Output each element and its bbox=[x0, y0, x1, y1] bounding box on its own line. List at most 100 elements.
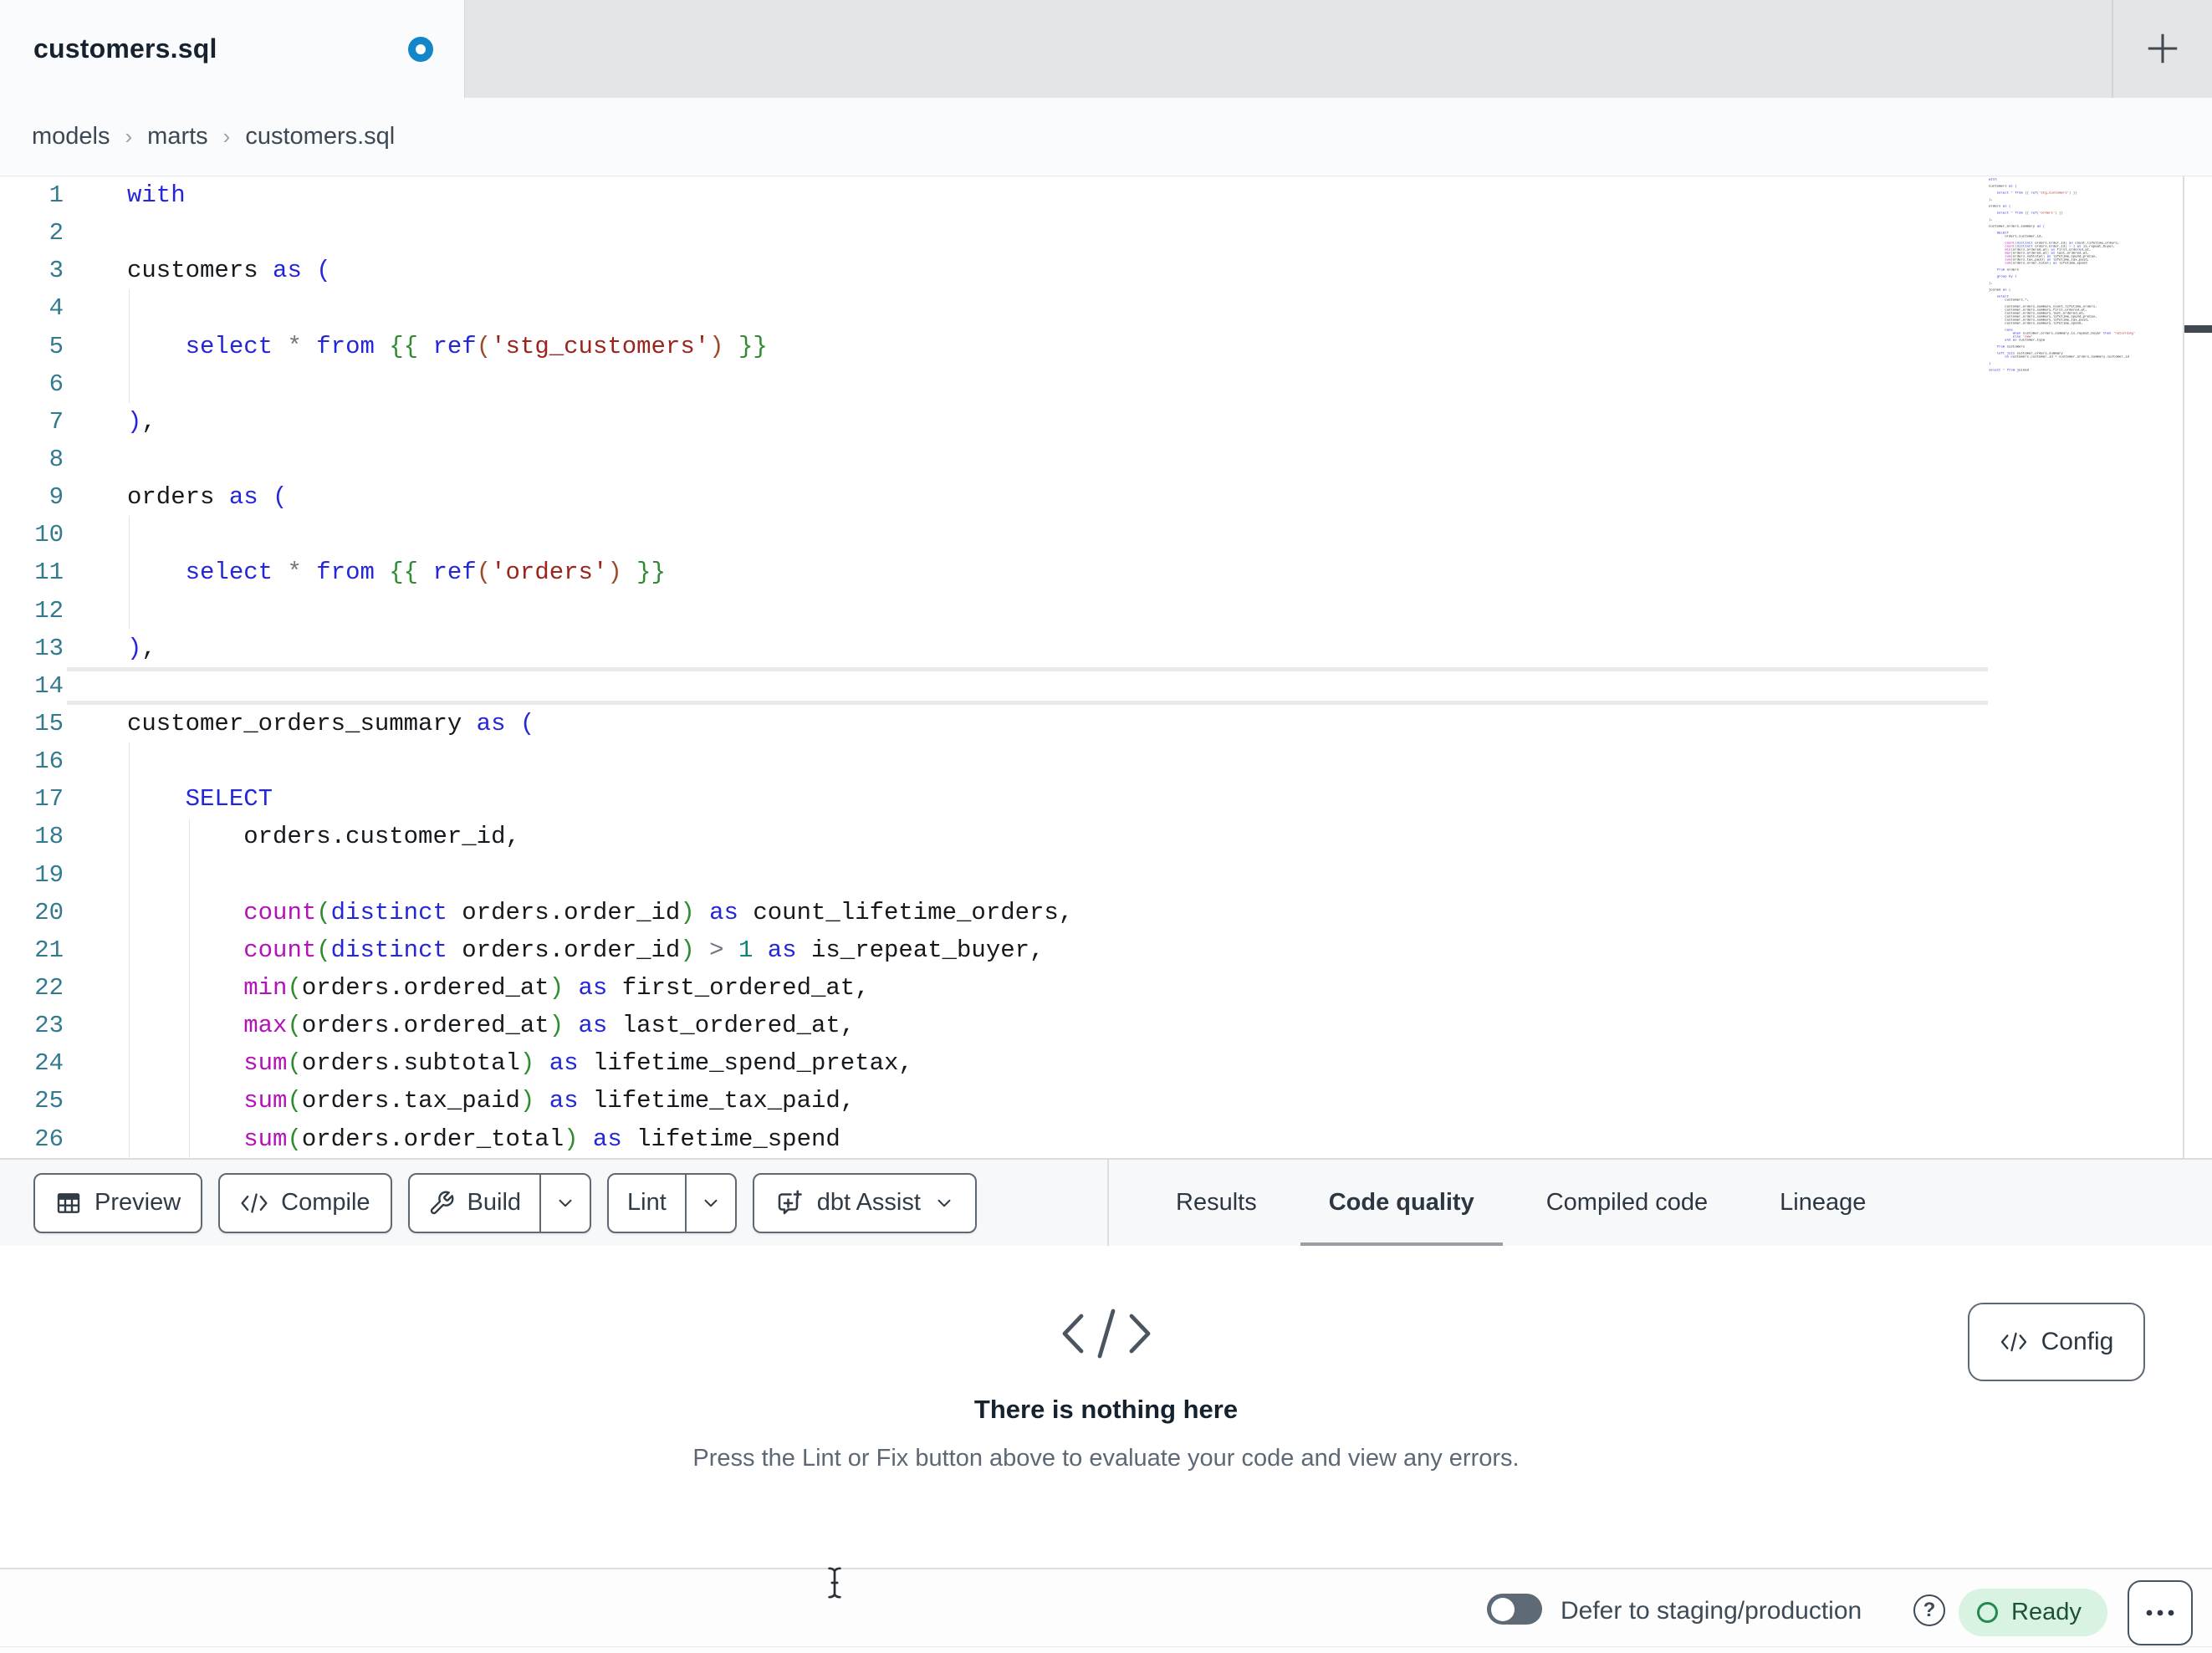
new-tab-button[interactable] bbox=[2135, 21, 2190, 76]
indent-guide bbox=[129, 742, 130, 1158]
more-options-button[interactable] bbox=[2128, 1580, 2193, 1645]
code-line[interactable]: 11 select * from {{ ref('orders') }} bbox=[0, 554, 2212, 591]
code-line[interactable]: 21 count(distinct orders.order_id) > 1 a… bbox=[0, 931, 2212, 969]
code-line[interactable]: 18 orders.customer_id, bbox=[0, 818, 2212, 855]
action-strip: Preview Compile Build Lint dbt Assist Re… bbox=[0, 1158, 2212, 1250]
active-line-highlight bbox=[67, 666, 1988, 705]
line-number: 10 bbox=[34, 521, 64, 549]
line-number: 6 bbox=[49, 370, 64, 398]
code-icon bbox=[2000, 1330, 2028, 1354]
panel-tab-compiled-code[interactable]: Compiled code bbox=[1518, 1160, 1736, 1246]
panel-tab-lineage[interactable]: Lineage bbox=[1751, 1160, 1894, 1246]
code-line[interactable]: 19 bbox=[0, 856, 2212, 894]
code-line-text: max(orders.ordered_at) as last_ordered_a… bbox=[243, 1012, 856, 1040]
code-line[interactable]: 9 orders as ( bbox=[0, 478, 2212, 516]
preview-button[interactable]: Preview bbox=[33, 1172, 203, 1233]
lint-label: Lint bbox=[627, 1189, 667, 1216]
minimap-divider bbox=[2183, 176, 2184, 1158]
breadcrumb-item[interactable]: models bbox=[32, 123, 110, 151]
indent-guide bbox=[189, 819, 190, 1158]
breadcrumb-item[interactable]: marts bbox=[147, 123, 208, 151]
code-line[interactable]: 23 max(orders.ordered_at) as last_ordere… bbox=[0, 1007, 2212, 1044]
defer-toggle[interactable] bbox=[1487, 1594, 1542, 1625]
tab-customers-sql[interactable]: customers.sql bbox=[0, 0, 465, 98]
compile-label: Compile bbox=[281, 1189, 370, 1216]
line-number: 12 bbox=[34, 596, 64, 625]
wrench-icon bbox=[428, 1190, 455, 1217]
help-icon[interactable]: ? bbox=[1913, 1594, 1945, 1626]
code-line[interactable]: 10 bbox=[0, 516, 2212, 554]
code-line[interactable]: 26 sum(orders.order_total) as lifetime_s… bbox=[0, 1120, 2212, 1158]
build-button[interactable]: Build bbox=[410, 1175, 540, 1232]
lint-split-button: Lint bbox=[607, 1172, 737, 1233]
code-slash-icon bbox=[1058, 1306, 1155, 1361]
code-line-text: min(orders.ordered_at) as first_ordered_… bbox=[243, 973, 870, 1002]
code-line-text: count(distinct orders.order_id) > 1 as i… bbox=[243, 936, 1045, 964]
panel-tab-results[interactable]: Results bbox=[1147, 1160, 1285, 1246]
minimap-content: with customers as ( select * from {{ ref… bbox=[1989, 178, 2136, 372]
config-button[interactable]: Config bbox=[1968, 1303, 2145, 1381]
line-number: 14 bbox=[34, 671, 64, 700]
line-number: 11 bbox=[34, 559, 64, 587]
editor-tab-bar: customers.sql bbox=[0, 0, 2212, 98]
scrollbar-thumb[interactable] bbox=[2184, 325, 2212, 333]
code-line[interactable]: 2 bbox=[0, 214, 2212, 252]
panel-tab-code-quality[interactable]: Code quality bbox=[1300, 1160, 1503, 1250]
compile-button[interactable]: Compile bbox=[218, 1172, 392, 1233]
table-grid-icon bbox=[55, 1190, 82, 1217]
code-line[interactable]: 6 bbox=[0, 365, 2212, 403]
panel-tabs: Results Code quality Compiled code Lineage bbox=[1147, 1160, 1894, 1250]
line-number: 4 bbox=[49, 294, 64, 323]
toolbar-tabs-divider bbox=[1107, 1160, 1109, 1246]
code-line[interactable]: 8 bbox=[0, 441, 2212, 478]
chevron-down-icon bbox=[554, 1192, 576, 1214]
code-line[interactable]: 24 sum(orders.subtotal) as lifetime_spen… bbox=[0, 1044, 2212, 1082]
code-line-text: orders.customer_id, bbox=[127, 823, 520, 851]
code-line[interactable]: 4 bbox=[0, 289, 2212, 327]
status-badge: Ready bbox=[1959, 1589, 2107, 1636]
code-line-text: sum(orders.tax_paid) as lifetime_tax_pai… bbox=[243, 1087, 856, 1115]
code-line[interactable]: 20 count(distinct orders.order_id) as co… bbox=[0, 894, 2212, 931]
code-line[interactable]: 5 select * from {{ ref('stg_customers') … bbox=[0, 328, 2212, 365]
lint-dropdown-button[interactable] bbox=[684, 1174, 735, 1232]
ready-label: Ready bbox=[2011, 1599, 2082, 1625]
breadcrumb-separator: › bbox=[125, 124, 133, 149]
code-line-text: with bbox=[127, 181, 186, 209]
line-number: 2 bbox=[49, 219, 64, 247]
ellipsis-icon bbox=[2143, 1608, 2177, 1618]
build-dropdown-button[interactable] bbox=[539, 1174, 590, 1232]
code-line-text: select * from {{ ref('orders') }} bbox=[185, 559, 666, 587]
breadcrumb-item[interactable]: customers.sql bbox=[245, 123, 395, 151]
line-number: 8 bbox=[49, 445, 64, 473]
minimap[interactable]: with customers as ( select * from {{ ref… bbox=[1989, 178, 2183, 429]
code-line[interactable]: 25 sum(orders.tax_paid) as lifetime_tax_… bbox=[0, 1082, 2212, 1120]
code-line[interactable]: 16 bbox=[0, 742, 2212, 780]
line-number: 16 bbox=[34, 747, 64, 776]
line-number: 3 bbox=[49, 257, 64, 285]
code-line[interactable]: 1 with bbox=[0, 176, 2212, 214]
line-number: 1 bbox=[49, 181, 64, 209]
code-editor[interactable]: 1 with 2 3 customers as ( 4 5 select * from {{… bbox=[0, 176, 2212, 1158]
preview-label: Preview bbox=[95, 1189, 181, 1216]
code-line[interactable]: 7), bbox=[0, 403, 2212, 441]
breadcrumb-separator: › bbox=[222, 124, 231, 149]
code-line[interactable]: 12 bbox=[0, 592, 2212, 630]
status-bar: Defer to staging/production ? Ready bbox=[0, 1568, 2212, 1653]
code-line[interactable]: 13), bbox=[0, 630, 2212, 667]
window-bottom-edge bbox=[0, 1646, 2212, 1647]
code-line[interactable]: 22 min(orders.ordered_at) as first_order… bbox=[0, 969, 2212, 1007]
line-number: 21 bbox=[34, 936, 64, 964]
code-line[interactable]: 15 customer_orders_summary as ( bbox=[0, 705, 2212, 742]
dbt-assist-button[interactable]: dbt Assist bbox=[752, 1172, 977, 1233]
line-number: 13 bbox=[34, 634, 64, 662]
line-number: 15 bbox=[34, 709, 64, 737]
lint-button[interactable]: Lint bbox=[609, 1175, 685, 1232]
defer-label: Defer to staging/production bbox=[1561, 1597, 1862, 1625]
code-line[interactable]: 17 SELECT bbox=[0, 780, 2212, 818]
chevron-down-icon bbox=[933, 1192, 955, 1214]
code-line[interactable]: 3 customers as ( bbox=[0, 252, 2212, 289]
